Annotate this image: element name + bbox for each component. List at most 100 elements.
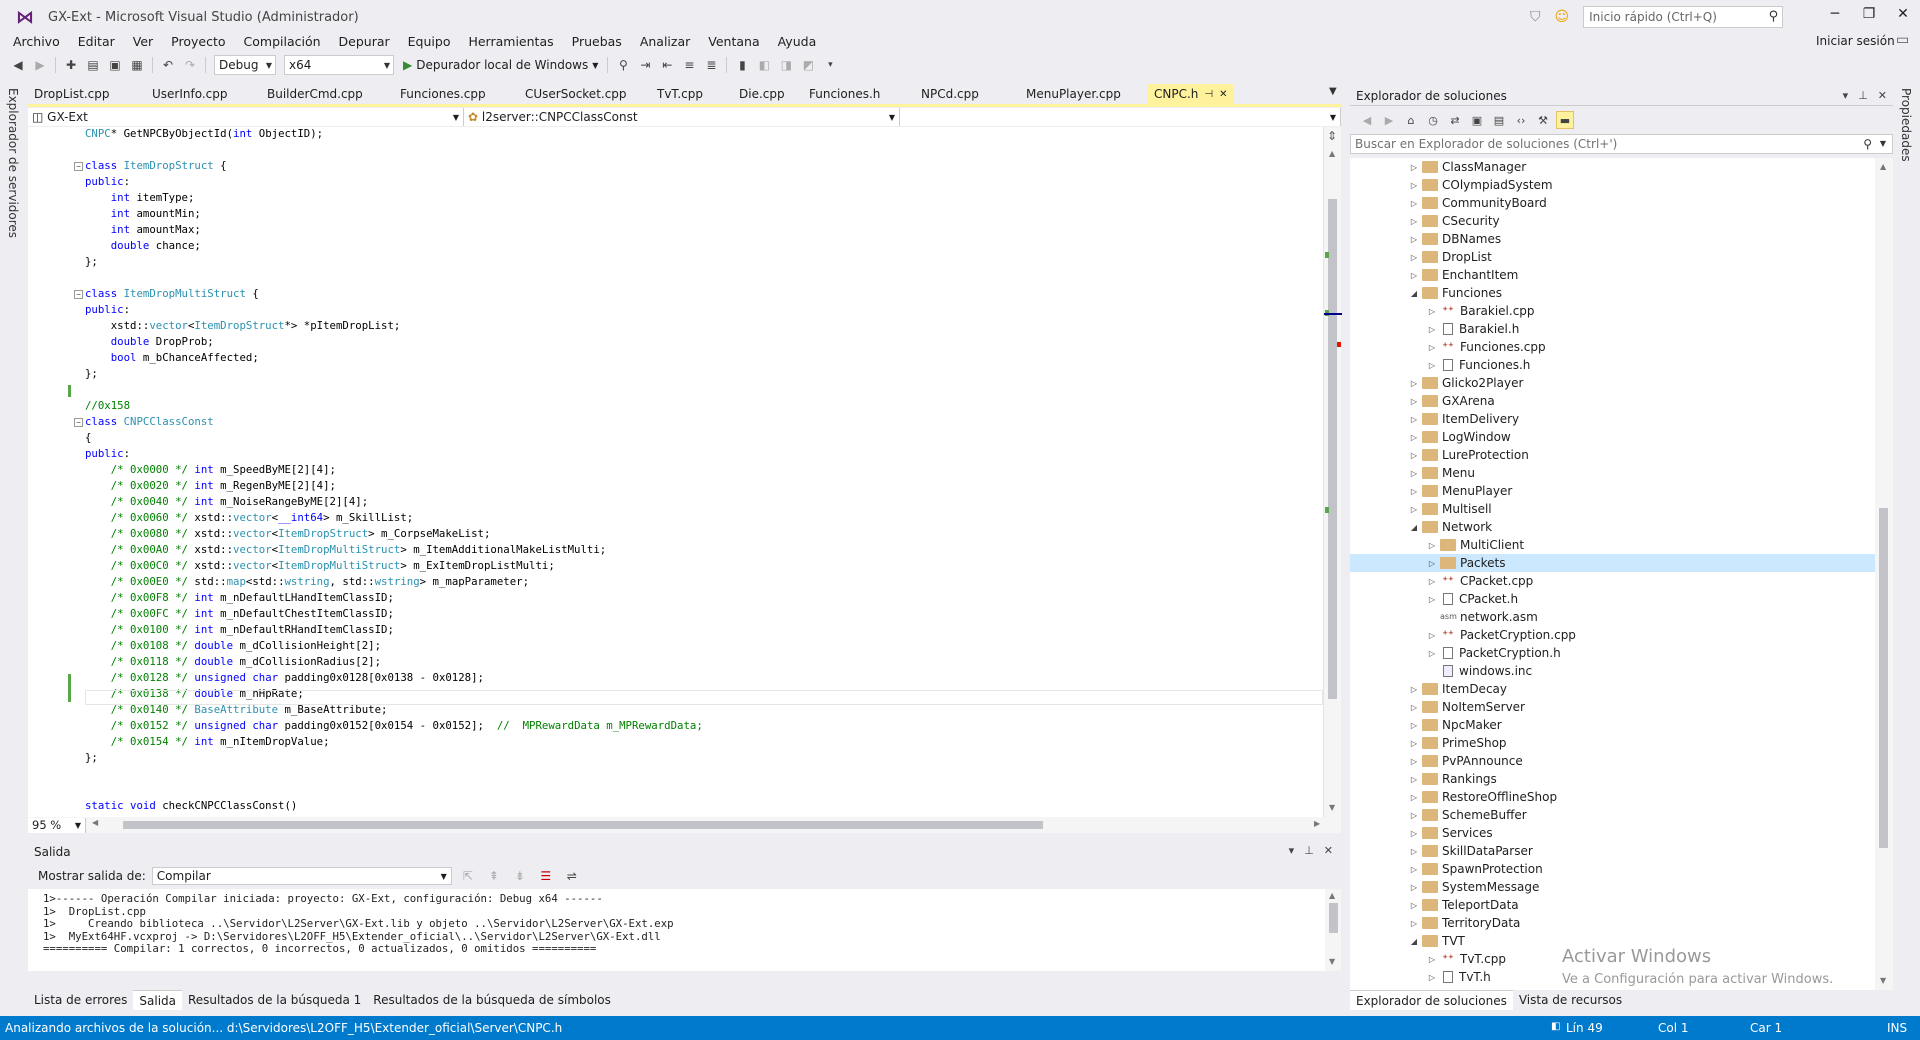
pin-icon[interactable]: ⊥ [1304, 844, 1314, 857]
tree-item[interactable]: ▷ LureProtection [1408, 446, 1529, 464]
find-icon[interactable]: ⚲ [613, 55, 633, 75]
bottom-tab-resultados-de-la-b-squeda-de-s-mbolos[interactable]: Resultados de la búsqueda de símbolos [367, 990, 617, 1010]
collapse-arrow-icon[interactable]: ◢ [1408, 937, 1420, 946]
next-bookmark-icon[interactable]: ◨ [776, 55, 796, 75]
expand-arrow-icon[interactable]: ▷ [1426, 973, 1438, 982]
home-icon[interactable]: ⌂ [1402, 111, 1420, 129]
expand-arrow-icon[interactable]: ▷ [1408, 433, 1420, 442]
expand-arrow-icon[interactable]: ▷ [1408, 379, 1420, 388]
tab-die-cpp[interactable]: Die.cpp [733, 84, 803, 104]
expand-arrow-icon[interactable]: ▷ [1408, 865, 1420, 874]
bottom-tab-salida[interactable]: Salida [133, 990, 182, 1010]
feedback-smile-icon[interactable]: ☺ [1555, 9, 1570, 25]
tab-funciones-h[interactable]: Funciones.h [803, 84, 915, 104]
account-icon[interactable]: ▭ [1896, 32, 1909, 48]
close-icon[interactable]: ✕ [1324, 844, 1333, 857]
expand-arrow-icon[interactable]: ▷ [1408, 901, 1420, 910]
expand-arrow-icon[interactable]: ▷ [1408, 487, 1420, 496]
tree-item[interactable]: ▷ CPacket.h [1426, 590, 1518, 608]
tree-item[interactable]: ▷ COlympiadSystem [1408, 176, 1553, 194]
collapse-arrow-icon[interactable]: ◢ [1408, 523, 1420, 532]
tree-item[interactable]: ▷ Menu [1408, 464, 1475, 482]
clear-all-icon[interactable]: ☰ [536, 866, 556, 886]
tree-item[interactable]: ▷ Packets [1350, 554, 1875, 572]
tree-item[interactable]: ▷ ⁺⁺ CPacket.cpp [1426, 572, 1533, 590]
tree-item[interactable]: ▷ ClassManager [1408, 158, 1526, 176]
scroll-down-icon[interactable]: ▼ [1880, 976, 1886, 985]
bottom-tab-resultados-de-la-b-squeda-1[interactable]: Resultados de la búsqueda 1 [182, 990, 367, 1010]
next-message-icon[interactable]: ⇟ [510, 866, 530, 886]
menu-compilación[interactable]: Compilación [235, 34, 330, 49]
close-window-button[interactable]: ✕ [1880, 0, 1920, 28]
tree-item[interactable]: ▷ GXArena [1408, 392, 1495, 410]
fold-toggle-icon[interactable]: − [74, 418, 83, 427]
expand-arrow-icon[interactable]: ▷ [1408, 235, 1420, 244]
expand-arrow-icon[interactable]: ▷ [1408, 919, 1420, 928]
scrollbar-thumb[interactable] [1329, 903, 1338, 933]
expand-arrow-icon[interactable]: ▷ [1426, 343, 1438, 352]
tab-menuplayer-cpp[interactable]: MenuPlayer.cpp [1020, 84, 1148, 104]
tab-tvt-cpp[interactable]: TvT.cpp [651, 84, 733, 104]
expand-arrow-icon[interactable]: ▷ [1408, 793, 1420, 802]
menu-analizar[interactable]: Analizar [631, 34, 699, 49]
expand-arrow-icon[interactable]: ▷ [1426, 307, 1438, 316]
expand-arrow-icon[interactable]: ▷ [1408, 883, 1420, 892]
expand-arrow-icon[interactable]: ▷ [1426, 559, 1438, 568]
show-all-files-icon[interactable]: ▤ [1490, 111, 1508, 129]
expand-arrow-icon[interactable]: ▷ [1408, 721, 1420, 730]
tree-item[interactable]: asm network.asm [1426, 608, 1538, 626]
view-code-icon[interactable]: ‹› [1512, 111, 1530, 129]
horizontal-scrollbar-thumb[interactable] [123, 821, 1043, 829]
expand-arrow-icon[interactable]: ▷ [1408, 829, 1420, 838]
bottom-tab-lista-de-errores[interactable]: Lista de errores [28, 990, 133, 1010]
expand-arrow-icon[interactable]: ▷ [1408, 415, 1420, 424]
expand-arrow-icon[interactable]: ▷ [1408, 505, 1420, 514]
menu-editar[interactable]: Editar [69, 34, 124, 49]
prev-bookmark-icon[interactable]: ◧ [754, 55, 774, 75]
expand-arrow-icon[interactable]: ▷ [1408, 271, 1420, 280]
tree-item[interactable]: ▷ Funciones.h [1426, 356, 1530, 374]
expand-arrow-icon[interactable]: ▷ [1408, 847, 1420, 856]
pin-icon[interactable]: ⊥ [1858, 89, 1868, 102]
tree-item[interactable]: ▷ ⁺⁺ PacketCryption.cpp [1426, 626, 1576, 644]
close-icon[interactable]: ✕ [1219, 89, 1227, 100]
split-window-icon[interactable]: ⇕ [1327, 129, 1337, 143]
tree-item[interactable]: ▷ TvT.h [1426, 968, 1491, 986]
scroll-left-icon[interactable]: ◀ [92, 818, 98, 827]
tree-item[interactable]: windows.inc [1426, 662, 1532, 680]
tree-item[interactable]: ▷ ⁺⁺ Barakiel.cpp [1426, 302, 1535, 320]
tree-item[interactable]: ▷ MenuPlayer [1408, 482, 1512, 500]
tree-item[interactable]: ▷ SpawnProtection [1408, 860, 1543, 878]
indent-icon[interactable]: ⇤ [657, 55, 677, 75]
tree-item[interactable]: ▷ ⁺⁺ TvT.cpp [1426, 950, 1506, 968]
forward-icon[interactable]: ▶ [1380, 111, 1398, 129]
expand-arrow-icon[interactable]: ▷ [1426, 361, 1438, 370]
tab-userinfo-cpp[interactable]: UserInfo.cpp [146, 84, 261, 104]
output-source-select[interactable]: Compilar ▼ [151, 867, 452, 885]
solution-explorer-search-input[interactable]: Buscar en Explorador de soluciones (Ctrl… [1350, 134, 1893, 154]
properties-tab[interactable]: Propiedades [1899, 88, 1913, 162]
expand-arrow-icon[interactable]: ▷ [1408, 451, 1420, 460]
tree-item[interactable]: ▷ NoItemServer [1408, 698, 1525, 716]
tree-item[interactable]: ▷ Multisell [1408, 500, 1492, 518]
find-message-icon[interactable]: ⇱ [458, 866, 478, 886]
configuration-select[interactable]: Debug ▼ [214, 55, 276, 75]
history-icon[interactable]: ◷ [1424, 111, 1442, 129]
expand-arrow-icon[interactable]: ▷ [1408, 469, 1420, 478]
notifications-filter-icon[interactable]: ⛉ [1530, 9, 1541, 25]
expand-arrow-icon[interactable]: ▷ [1408, 739, 1420, 748]
toolbar-overflow-icon[interactable]: ▾ [820, 55, 840, 75]
tree-item[interactable]: ▷ SystemMessage [1408, 878, 1539, 896]
scroll-down-icon[interactable]: ▼ [1329, 803, 1335, 812]
expand-arrow-icon[interactable]: ▷ [1408, 199, 1420, 208]
save-icon[interactable]: ▣ [105, 55, 125, 75]
scroll-up-icon[interactable]: ▲ [1329, 891, 1335, 900]
expand-arrow-icon[interactable]: ▷ [1408, 775, 1420, 784]
tab-droplist-cpp[interactable]: DropList.cpp [28, 84, 146, 104]
scroll-right-icon[interactable]: ▶ [1314, 819, 1320, 828]
scope-combo[interactable]: ✿ l2server::CNPCClassConst ▼ [464, 108, 900, 126]
platform-select[interactable]: x64 ▼ [284, 55, 394, 75]
fold-toggle-icon[interactable]: − [74, 290, 83, 299]
expand-arrow-icon[interactable]: ▷ [1426, 631, 1438, 640]
scroll-up-icon[interactable]: ▲ [1880, 162, 1886, 171]
